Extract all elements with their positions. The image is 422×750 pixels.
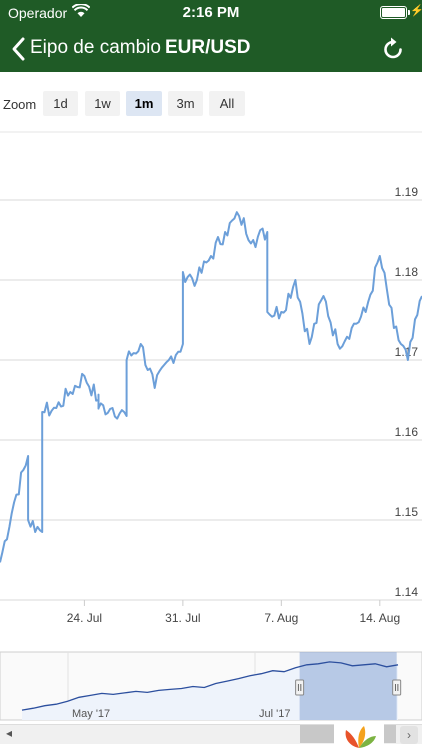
y-tick-label: 1.18 [395, 265, 419, 279]
status-bar: Operador 2:16 PM ⚡ [0, 0, 422, 26]
scroll-right-icon[interactable]: › [400, 726, 418, 744]
navigator-x-label: Jul '17 [259, 708, 290, 720]
zoom-selector: Zoom 1d 1w 1m 3m All [0, 90, 422, 118]
zoom-label: Zoom [3, 97, 37, 112]
zoom-button-3m[interactable]: 3m [168, 91, 203, 116]
y-tick-label: 1.19 [395, 185, 419, 199]
y-tick-label: 1.15 [395, 505, 419, 519]
battery-icon [380, 6, 410, 19]
range-navigator[interactable]: May '17 Jul '17 [0, 648, 422, 724]
zoom-button-1w[interactable]: 1w [85, 91, 120, 116]
zoom-button-all[interactable]: All [209, 91, 245, 116]
chevron-left-icon[interactable] [8, 35, 30, 63]
y-tick-label: 1.16 [395, 425, 419, 439]
x-tick-label: 7. Aug [264, 611, 298, 625]
y-tick-label: 1.14 [395, 585, 419, 599]
series-line [0, 211, 422, 563]
x-tick-label: 31. Jul [165, 611, 200, 625]
clock-time: 2:16 PM [182, 4, 240, 21]
charging-bolt-icon: ⚡ [410, 5, 422, 17]
navigator-scrollbar: ◂ › [0, 724, 422, 750]
nav-bar: Eipo de cambio EUR/USD [0, 26, 422, 72]
x-tick-label: 14. Aug [359, 611, 400, 625]
zoom-button-1m[interactable]: 1m [126, 91, 162, 116]
navigator-handle-left[interactable] [295, 679, 305, 696]
x-tick-label: 24. Jul [67, 611, 102, 625]
app-logo-icon [334, 724, 384, 750]
navigator-x-label: May '17 [72, 708, 110, 720]
page-title: Eipo de cambio EUR/USD [30, 37, 250, 59]
zoom-button-1d[interactable]: 1d [43, 91, 78, 116]
app-root: Operador 2:16 PM ⚡ Eipo de cambio EUR/USD… [0, 0, 422, 750]
page-title-text: Eipo de cambio [30, 37, 161, 58]
navigator-handle-right[interactable] [392, 679, 402, 696]
price-chart[interactable]: 1.141.151.161.171.181.1924. Jul 31. Jul 7.… [0, 120, 422, 632]
refresh-icon[interactable] [380, 35, 406, 63]
currency-pair-label: EUR/USD [164, 37, 251, 58]
scroll-left-icon[interactable]: ◂ [6, 726, 12, 740]
navigator-selection[interactable] [299, 652, 397, 720]
